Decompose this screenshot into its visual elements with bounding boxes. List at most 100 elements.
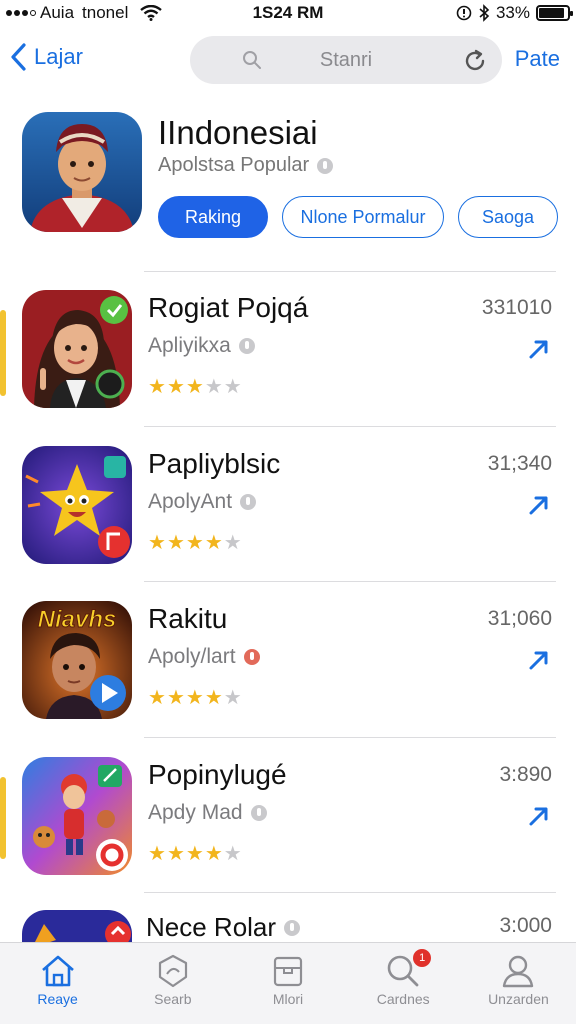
star-rating: ★★★★★: [148, 841, 243, 866]
app-subtitle: Apliyikxa: [148, 334, 255, 358]
app-name-text: Nece Rolar: [146, 912, 277, 942]
back-button[interactable]: Lajar: [10, 42, 83, 72]
star-filled-icon: ★: [185, 687, 205, 709]
star-filled-icon: ★: [204, 687, 224, 709]
chevron-left-icon: [11, 43, 26, 71]
bluetooth-icon: [479, 4, 490, 22]
tab-label: Unzarden: [488, 991, 549, 1007]
featured-title: IIndonesiai: [158, 114, 318, 151]
download-count: 3:890: [499, 763, 552, 786]
trending-arrow-icon[interactable]: [528, 805, 550, 827]
navigation-bar: Lajar Stanri Pate: [0, 30, 576, 90]
app-name: Rogiat Pojqá: [148, 292, 309, 323]
star-filled-icon: ★: [148, 532, 167, 554]
star-filled-icon: ★: [148, 687, 167, 709]
divider: [144, 271, 556, 272]
network-label: tnonel: [82, 3, 129, 22]
tab-search[interactable]: Searb: [115, 943, 230, 1024]
app-icon: Niavhs: [22, 601, 132, 719]
star-filled-icon: ★: [204, 532, 224, 554]
icon-logo-text: Niavhs: [38, 606, 117, 633]
featured-app-icon[interactable]: [22, 112, 142, 232]
star-filled-icon: ★: [166, 843, 186, 865]
alert-icon: [243, 649, 260, 665]
star-filled-icon: ★: [166, 376, 186, 398]
tab-profile[interactable]: Unzarden: [461, 943, 576, 1024]
app-subtitle-text: Apdy Mad: [148, 801, 243, 824]
location-icon: [456, 5, 472, 21]
inbox-icon: [273, 956, 303, 987]
notification-badge: 1: [413, 949, 432, 967]
star-filled-icon: ★: [148, 843, 167, 865]
app-name: Popinylugé: [148, 759, 287, 790]
trending-arrow-icon[interactable]: [528, 649, 550, 671]
star-filled-icon: ★: [204, 843, 224, 865]
download-count: 31;060: [487, 607, 552, 630]
star-rating: ★★★★★: [148, 530, 243, 555]
list-item[interactable]: Rogiat Pojqá Apliyikxa ★★★★★ 331010: [0, 290, 576, 440]
tab-label: Mlori: [272, 991, 304, 1007]
divider: [144, 581, 556, 582]
trending-arrow-icon[interactable]: [528, 338, 550, 360]
app-name: Rakitu: [148, 603, 228, 634]
refresh-icon[interactable]: [462, 48, 488, 74]
selection-accent: [0, 777, 6, 859]
star-empty-icon: ★: [223, 687, 243, 709]
app-icon: [22, 757, 132, 875]
star-filled-icon: ★: [185, 376, 205, 398]
divider: [144, 892, 556, 893]
back-label: Lajar: [34, 44, 83, 69]
star-filled-icon: ★: [148, 376, 167, 398]
filter-chips: Raking Nlone Pormalur Saoga: [158, 196, 558, 238]
tab-bar: Reaye Searb Mlori 1 Cardnes Unzarden: [0, 942, 576, 1024]
chip-ranking[interactable]: Raking: [158, 196, 268, 238]
chip-other[interactable]: Saoga: [458, 196, 558, 238]
battery-percent: 33%: [495, 3, 530, 22]
divider: [144, 737, 556, 738]
star-empty-icon: ★: [223, 376, 243, 398]
tab-home[interactable]: Reaye: [0, 943, 115, 1024]
info-icon: [284, 919, 301, 936]
app-subtitle-text: Apoly/lart: [148, 645, 236, 668]
battery-icon: [536, 5, 573, 21]
info-icon: [317, 157, 334, 174]
star-filled-icon: ★: [166, 532, 186, 554]
list-item[interactable]: Nece Rolar 3:000: [0, 906, 576, 950]
app-subtitle-text: ApolyAnt: [148, 490, 233, 513]
info-icon: [238, 338, 255, 354]
app-name: Nece Rolar: [146, 912, 301, 943]
list-item[interactable]: Papliyblsic ApolyAnt ★★★★★ 31;340: [0, 446, 576, 596]
featured-subtitle: Apolstsa Popular: [158, 154, 334, 177]
tab-label: Reaye: [37, 991, 78, 1007]
star-filled-icon: ★: [166, 687, 186, 709]
app-subtitle: ApolyAnt: [148, 490, 257, 514]
star-empty-icon: ★: [223, 843, 243, 865]
search-field[interactable]: Stanri: [190, 36, 502, 84]
app-icon: [22, 290, 132, 408]
trending-arrow-icon[interactable]: [528, 494, 550, 516]
status-bar: Auia tnonel 1S24 RM 33%: [0, 0, 576, 26]
featured-subtitle-text: Apolstsa Popular: [158, 154, 310, 176]
list-item[interactable]: Popinylugé Apdy Mad ★★★★★ 3:890: [0, 757, 576, 907]
nav-right-button[interactable]: Pate: [515, 46, 560, 72]
carrier-label: Auia: [40, 3, 75, 22]
status-right: 33%: [456, 3, 573, 23]
tab-inbox[interactable]: Mlori: [230, 943, 345, 1024]
star-filled-icon: ★: [185, 843, 205, 865]
star-empty-icon: ★: [204, 376, 224, 398]
signal-strength-icon: [6, 10, 36, 16]
download-count: 3:000: [499, 914, 552, 937]
chip-popular[interactable]: Nlone Pormalur: [282, 196, 444, 238]
app-icon: [22, 446, 132, 564]
tab-label: Searb: [154, 991, 192, 1007]
chat-icon: [158, 954, 187, 988]
star-filled-icon: ★: [185, 532, 205, 554]
search-placeholder: Stanri: [319, 48, 373, 71]
app-subtitle: Apdy Mad: [148, 801, 267, 825]
list-item[interactable]: Niavhs Rakitu Apoly/lart ★★★★★ 31;060: [0, 601, 576, 751]
star-rating: ★★★★★: [148, 374, 243, 399]
profile-icon: [503, 955, 534, 988]
tab-cardnes[interactable]: 1 Cardnes: [346, 943, 461, 1024]
info-icon: [240, 494, 257, 510]
app-subtitle: Apoly/lart: [148, 645, 260, 669]
